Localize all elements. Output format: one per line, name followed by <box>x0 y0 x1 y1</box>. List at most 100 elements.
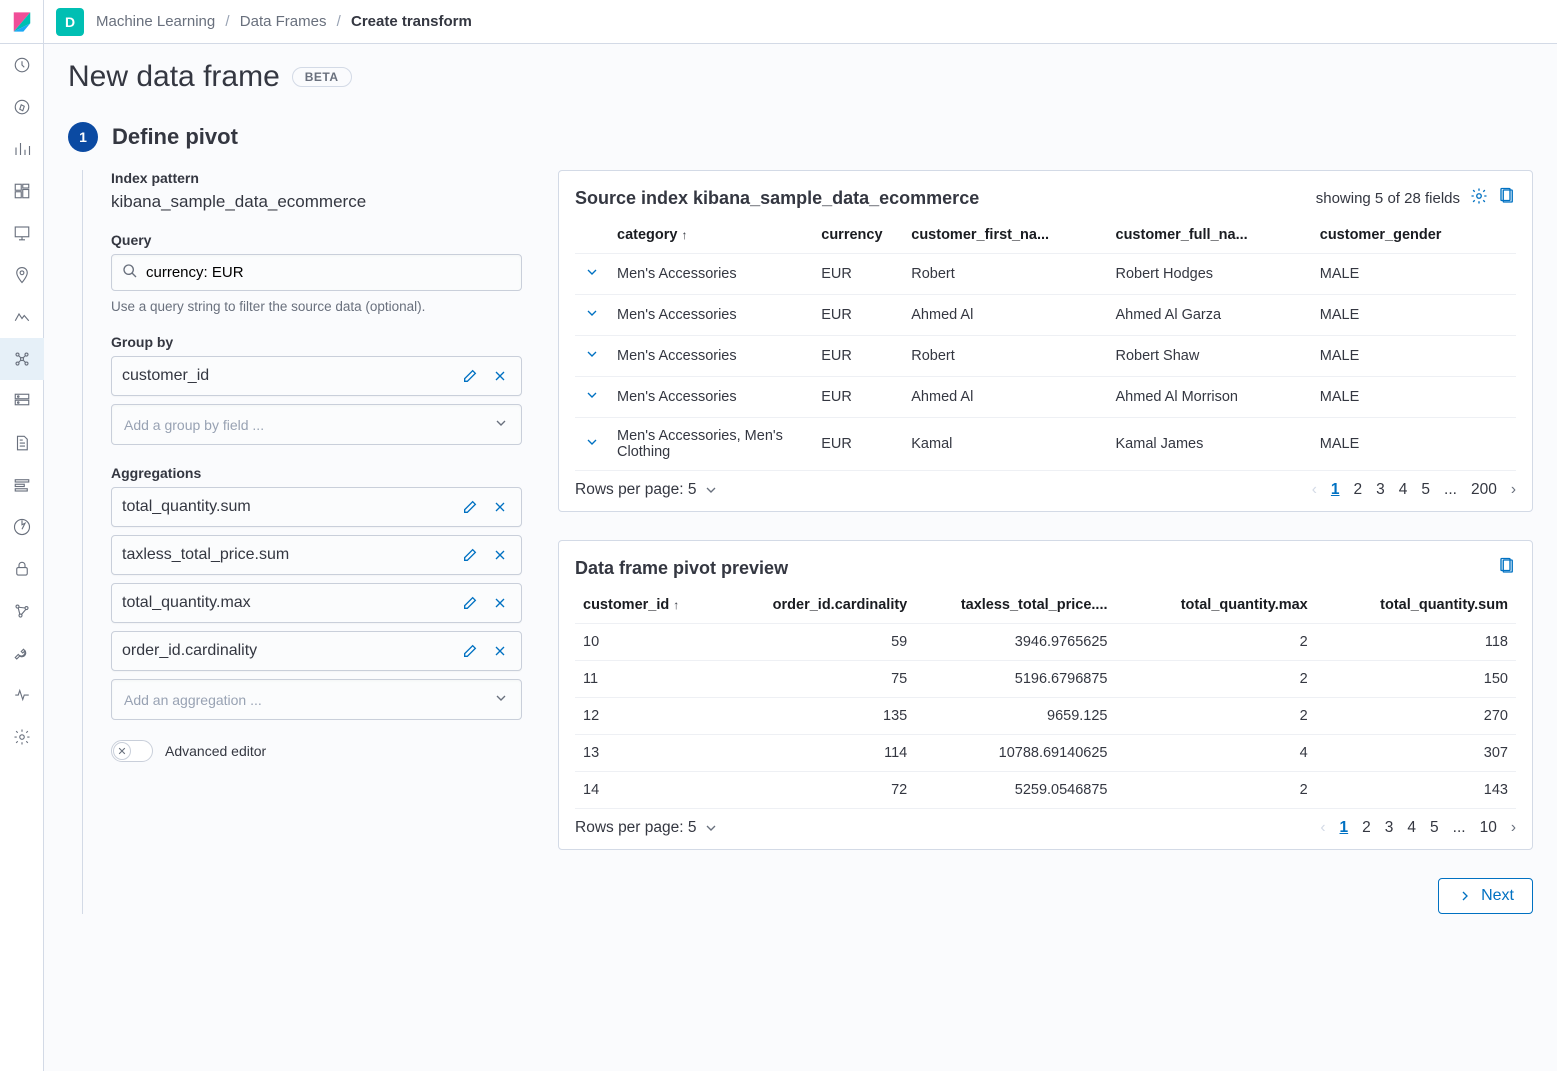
column-header[interactable]: total_quantity.sum <box>1316 587 1516 624</box>
pencil-icon[interactable] <box>459 544 481 566</box>
pencil-icon[interactable] <box>459 365 481 387</box>
nav-visualize-icon[interactable] <box>0 128 44 170</box>
search-icon <box>122 263 138 282</box>
page-number[interactable]: 3 <box>1385 819 1394 837</box>
nav-dashboard-icon[interactable] <box>0 170 44 212</box>
table-cell: Kamal <box>903 418 1107 471</box>
nav-devtools-icon[interactable] <box>0 632 44 674</box>
kibana-logo[interactable] <box>0 0 44 44</box>
next-button[interactable]: Next <box>1438 878 1533 914</box>
column-header[interactable]: customer_gender <box>1312 217 1516 254</box>
page-number[interactable]: 2 <box>1354 481 1363 499</box>
query-input-wrapper[interactable] <box>111 254 522 291</box>
gear-icon[interactable] <box>1470 187 1488 209</box>
table-row: Men's AccessoriesEURRobertRobert HodgesM… <box>575 254 1516 295</box>
query-hint: Use a query string to filter the source … <box>111 299 522 314</box>
nav-maps-icon[interactable] <box>0 254 44 296</box>
table-row: 11755196.67968752150 <box>575 661 1516 698</box>
breadcrumb-item[interactable]: Data Frames <box>240 13 327 30</box>
table-cell: 13 <box>575 735 715 772</box>
page-number[interactable]: 2 <box>1362 819 1371 837</box>
chevron-right-icon <box>1457 888 1473 904</box>
breadcrumb-item[interactable]: Machine Learning <box>96 13 215 30</box>
nav-monitoring-icon[interactable] <box>0 674 44 716</box>
table-cell: MALE <box>1312 254 1516 295</box>
clipboard-icon[interactable] <box>1498 187 1516 209</box>
close-icon[interactable] <box>489 365 511 387</box>
page-next[interactable]: › <box>1511 481 1516 499</box>
expand-row-icon[interactable] <box>575 418 609 471</box>
table-row: 121359659.1252270 <box>575 698 1516 735</box>
table-cell: Ahmed Al Morrison <box>1108 377 1312 418</box>
clipboard-icon[interactable] <box>1498 557 1516 579</box>
expand-row-icon[interactable] <box>575 336 609 377</box>
table-row: Men's AccessoriesEURAhmed AlAhmed Al Mor… <box>575 377 1516 418</box>
page-number[interactable]: 1 <box>1340 819 1349 837</box>
table-cell: 118 <box>1316 624 1516 661</box>
nav-ml-icon[interactable] <box>0 338 44 380</box>
close-icon: ✕ <box>113 742 131 760</box>
table-cell: Ahmed Al <box>903 295 1107 336</box>
column-header[interactable]: taxless_total_price.... <box>915 587 1115 624</box>
table-cell: 150 <box>1316 661 1516 698</box>
column-header[interactable]: order_id.cardinality <box>715 587 915 624</box>
expand-row-icon[interactable] <box>575 295 609 336</box>
nav-apm-icon[interactable] <box>0 464 44 506</box>
nav-siem-icon[interactable] <box>0 548 44 590</box>
nav-canvas-icon[interactable] <box>0 212 44 254</box>
pencil-icon[interactable] <box>459 640 481 662</box>
page-number[interactable]: 1 <box>1331 481 1340 499</box>
page-number[interactable]: 4 <box>1407 819 1416 837</box>
column-header[interactable]: total_quantity.max <box>1116 587 1316 624</box>
page-number[interactable]: 5 <box>1430 819 1439 837</box>
page-number[interactable]: 200 <box>1471 481 1497 499</box>
table-cell: MALE <box>1312 377 1516 418</box>
expand-row-icon[interactable] <box>575 377 609 418</box>
table-cell: Men's Accessories <box>609 254 813 295</box>
page-prev[interactable]: ‹ <box>1312 481 1317 499</box>
chevron-down-icon <box>703 482 719 498</box>
rows-per-page[interactable]: Rows per page: 5 <box>575 819 719 837</box>
column-header[interactable]: customer_full_na... <box>1108 217 1312 254</box>
close-icon[interactable] <box>489 640 511 662</box>
table-cell: 11 <box>575 661 715 698</box>
page-number[interactable]: 10 <box>1480 819 1497 837</box>
nav-metrics-icon[interactable] <box>0 296 44 338</box>
table-cell: 5259.0546875 <box>915 772 1115 809</box>
column-header[interactable]: customer_first_na... <box>903 217 1107 254</box>
column-header[interactable]: category↑ <box>609 217 813 254</box>
page-number[interactable]: 3 <box>1376 481 1385 499</box>
nav-infra-icon[interactable] <box>0 380 44 422</box>
nav-uptime-icon[interactable] <box>0 506 44 548</box>
group-by-add[interactable]: Add a group by field ... <box>111 404 522 445</box>
table-cell: Men's Accessories <box>609 377 813 418</box>
nav-logs-icon[interactable] <box>0 422 44 464</box>
column-header[interactable]: customer_id↑ <box>575 587 715 624</box>
rows-per-page[interactable]: Rows per page: 5 <box>575 481 719 499</box>
query-input[interactable] <box>146 264 511 281</box>
field-pill: total_quantity.sum <box>111 487 522 527</box>
page-number[interactable]: 4 <box>1399 481 1408 499</box>
aggregation-add[interactable]: Add an aggregation ... <box>111 679 522 720</box>
page-next[interactable]: › <box>1511 819 1516 837</box>
close-icon[interactable] <box>489 592 511 614</box>
table-cell: Robert <box>903 254 1107 295</box>
nav-management-icon[interactable] <box>0 716 44 758</box>
query-label: Query <box>111 232 522 248</box>
column-header[interactable]: currency <box>813 217 903 254</box>
expand-row-icon[interactable] <box>575 254 609 295</box>
page-prev[interactable]: ‹ <box>1320 819 1325 837</box>
space-selector[interactable]: D <box>56 8 84 36</box>
page-ellipsis: ... <box>1453 819 1466 837</box>
close-icon[interactable] <box>489 544 511 566</box>
close-icon[interactable] <box>489 496 511 518</box>
pencil-icon[interactable] <box>459 592 481 614</box>
nav-graph-icon[interactable] <box>0 590 44 632</box>
table-row: 14725259.05468752143 <box>575 772 1516 809</box>
nav-discover-icon[interactable] <box>0 86 44 128</box>
topbar: D Machine Learning / Data Frames / Creat… <box>44 0 1557 44</box>
nav-recent-icon[interactable] <box>0 44 44 86</box>
page-number[interactable]: 5 <box>1421 481 1430 499</box>
pencil-icon[interactable] <box>459 496 481 518</box>
advanced-editor-toggle[interactable]: ✕ <box>111 740 153 762</box>
